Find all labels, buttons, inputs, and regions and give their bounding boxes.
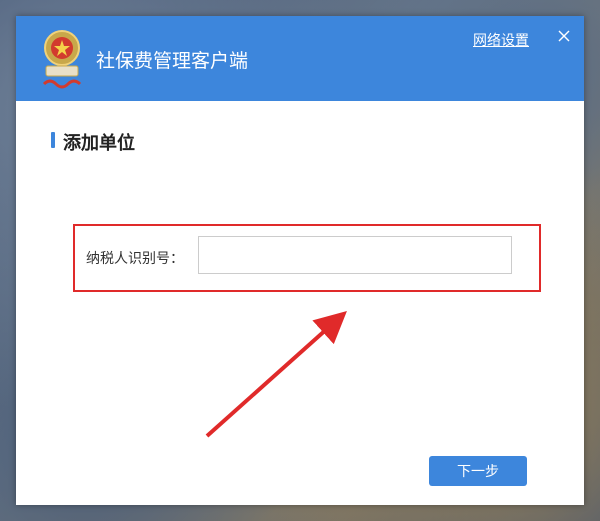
titlebar: 社保费管理客户端 网络设置	[16, 16, 584, 101]
app-title: 社保费管理客户端	[96, 50, 249, 72]
next-step-button[interactable]: 下一步	[429, 456, 527, 486]
close-icon[interactable]	[556, 28, 572, 44]
app-window: 社保费管理客户端 网络设置 添加单位 纳税人识别号： 下一步	[16, 16, 584, 505]
section-accent-bar	[51, 132, 55, 148]
taxpayer-id-label: 纳税人识别号：	[86, 251, 184, 267]
tax-emblem-icon	[42, 30, 82, 89]
taxpayer-id-input[interactable]	[198, 236, 512, 274]
network-settings-link[interactable]: 网络设置	[473, 30, 529, 50]
section-title: 添加单位	[63, 133, 135, 154]
